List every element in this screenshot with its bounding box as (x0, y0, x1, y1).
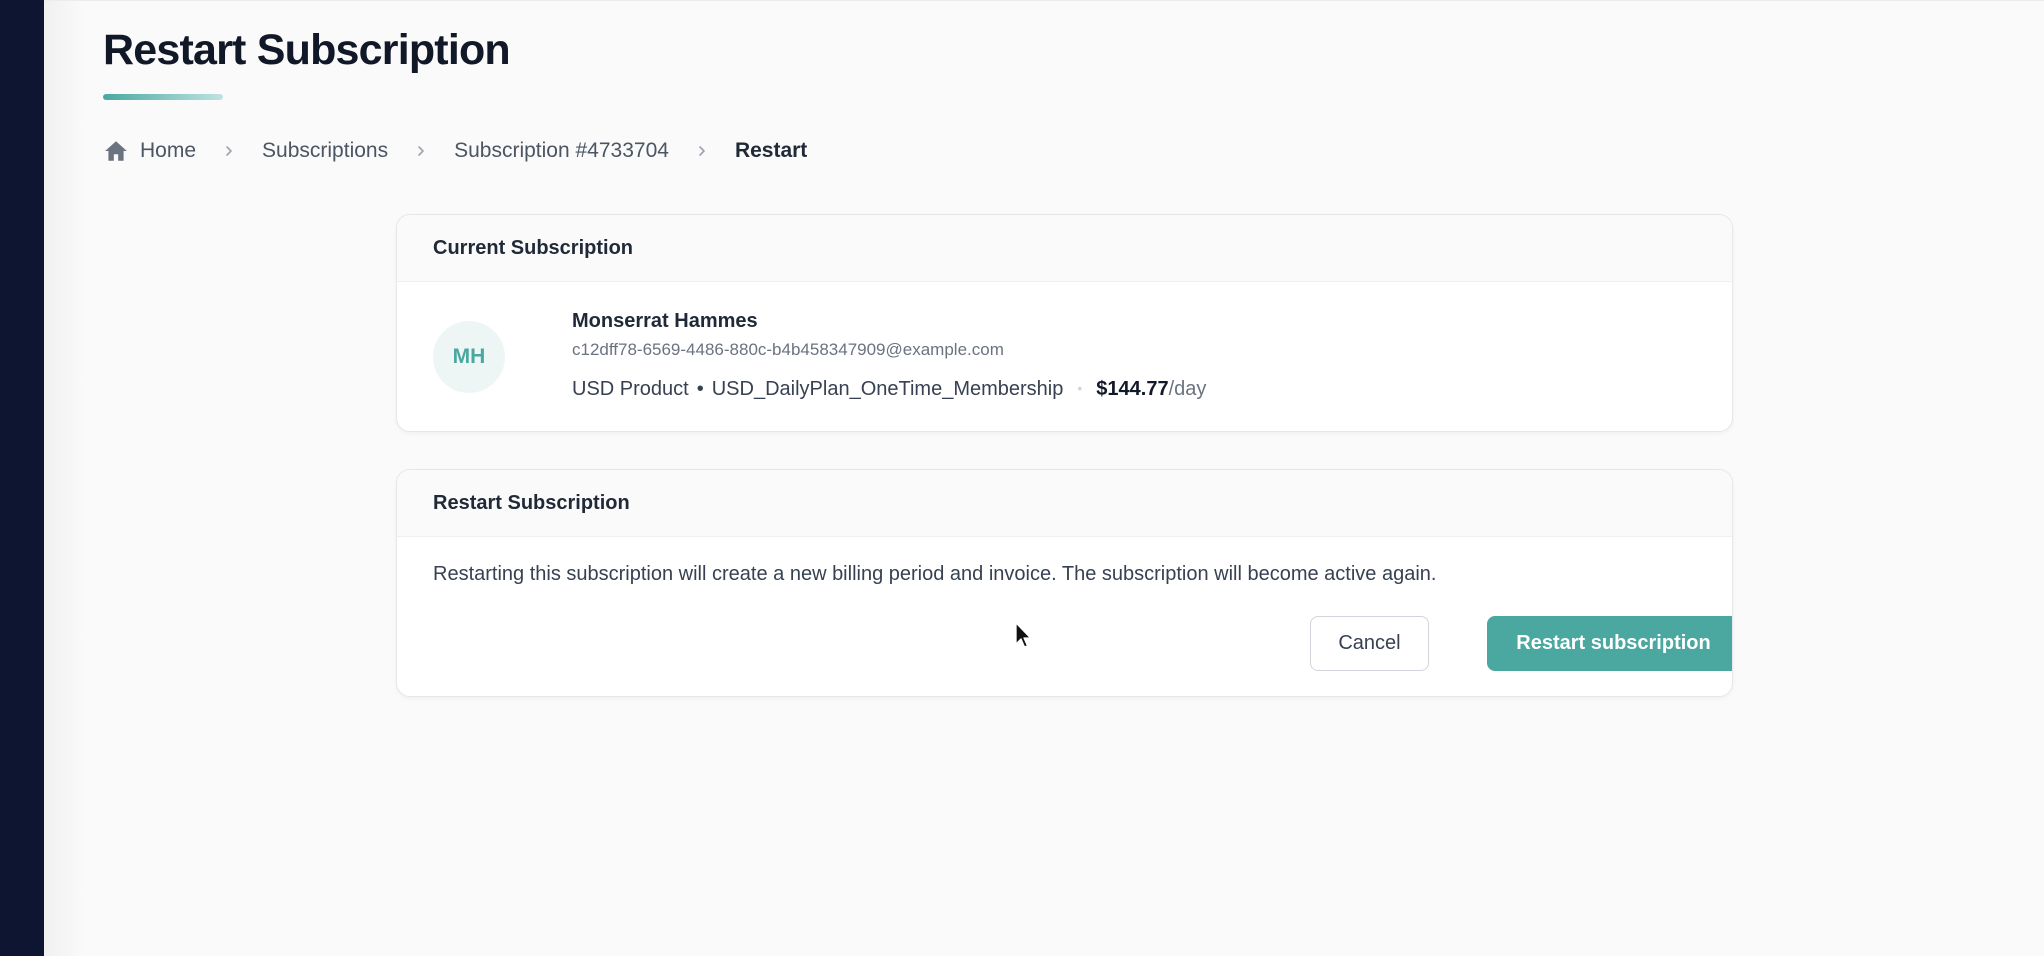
bullet-separator: • (696, 378, 704, 400)
chevron-right-icon (222, 144, 236, 158)
breadcrumb-subscription-detail[interactable]: Subscription #4733704 (454, 139, 669, 163)
home-icon (103, 138, 129, 164)
customer-name: Monserrat Hammes (572, 310, 758, 332)
plan-price: $144.77 (1096, 378, 1169, 400)
breadcrumb-home-label: Home (140, 139, 197, 162)
restart-subscription-header: Restart Subscription (397, 470, 1732, 537)
page-title: Restart Subscription (103, 26, 511, 74)
current-subscription-card: Current Subscription MH Monserrat Hammes… (396, 214, 1733, 432)
billing-period: /day (1168, 378, 1207, 400)
breadcrumb-current: Restart (734, 139, 808, 162)
bullet-separator: • (1077, 380, 1083, 396)
customer-email: c12dff78-6569-4486-880c-b4b458347909@exa… (572, 340, 1004, 359)
current-subscription-header: Current Subscription (397, 215, 1732, 282)
avatar: MH (433, 321, 505, 393)
restart-subscription-card: Restart Subscription Restarting this sub… (396, 469, 1733, 697)
breadcrumb-home[interactable]: Home (103, 138, 196, 164)
breadcrumb: Home Subscriptions Subscription #4733704… (103, 135, 807, 167)
restart-subscription-button[interactable]: Restart subscription (1487, 616, 1732, 671)
sidebar-strip (0, 0, 44, 956)
restart-description: Restarting this subscription will create… (433, 563, 1437, 585)
title-underline (103, 94, 223, 100)
cancel-button[interactable]: Cancel (1310, 616, 1429, 671)
plan-name: USD_DailyPlan_OneTime_Membership (711, 378, 1064, 400)
product-name: USD Product (572, 378, 689, 400)
chevron-right-icon (414, 144, 428, 158)
breadcrumb-subscriptions[interactable]: Subscriptions (262, 139, 388, 163)
chevron-right-icon (695, 144, 709, 158)
main-content: Restart Subscription Home Subscriptions … (44, 0, 2044, 956)
plan-summary: USD Product • USD_DailyPlan_OneTime_Memb… (572, 378, 1206, 401)
